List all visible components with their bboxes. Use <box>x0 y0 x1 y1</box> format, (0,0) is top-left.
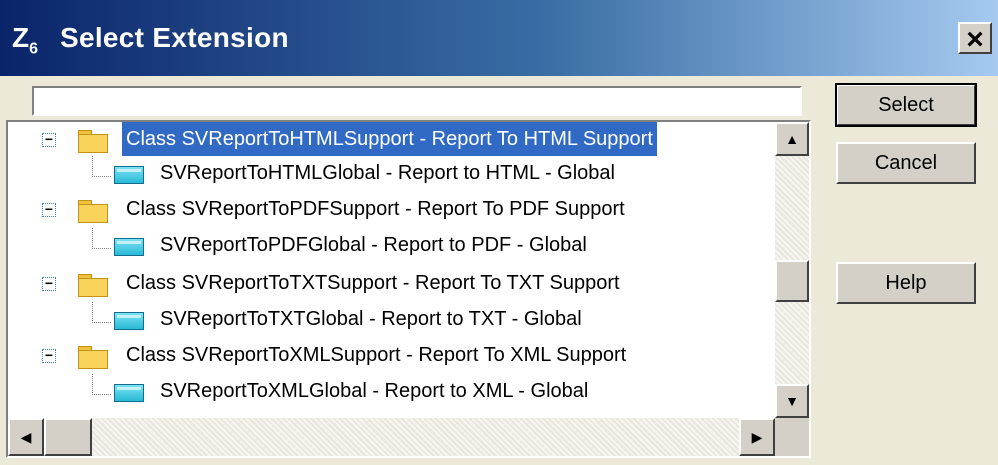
right-arrow-icon: ▶ <box>751 429 763 445</box>
folder-icon <box>78 346 108 369</box>
tree-connector <box>92 374 111 395</box>
tree-item-label: SVReportToTXTGlobal - Report to TXT - Gl… <box>160 308 582 330</box>
tree-connector <box>92 228 111 249</box>
down-arrow-icon: ▼ <box>785 393 799 409</box>
close-icon: × <box>966 23 984 56</box>
close-button[interactable]: × <box>958 22 992 56</box>
collapse-icon[interactable]: − <box>42 132 56 147</box>
folder-icon <box>78 200 108 223</box>
extension-tree[interactable]: − Class SVReportToHTMLSupport - Report T… <box>6 120 811 458</box>
tree-item-class[interactable]: − Class SVReportToHTMLSupport - Report T… <box>8 122 775 156</box>
tree-item-global[interactable]: SVReportToXMLGlobal - Report to XML - Gl… <box>8 374 775 408</box>
tree-item-label: Class SVReportToPDFSupport - Report To P… <box>126 198 625 220</box>
window-title: Select Extension <box>60 22 289 53</box>
tree-item-class[interactable]: − Class SVReportToTXTSupport - Report To… <box>8 266 775 300</box>
scrollbar-corner <box>775 418 809 456</box>
vertical-scroll-thumb[interactable] <box>775 260 809 302</box>
extension-icon <box>114 238 144 256</box>
tree-item-class[interactable]: − Class SVReportToXMLSupport - Report To… <box>8 338 775 372</box>
collapse-icon[interactable]: − <box>42 202 56 217</box>
search-input[interactable] <box>32 86 802 116</box>
scroll-right-button[interactable]: ▶ <box>739 418 775 456</box>
scroll-up-button[interactable]: ▲ <box>775 122 809 156</box>
tree-item-label: SVReportToXMLGlobal - Report to XML - Gl… <box>160 380 589 402</box>
folder-icon <box>78 274 108 297</box>
help-button[interactable]: Help <box>836 262 976 304</box>
select-button[interactable]: Select <box>835 83 977 127</box>
horizontal-scroll-thumb[interactable] <box>44 418 92 456</box>
collapse-icon[interactable]: − <box>42 348 56 363</box>
tree-item-global[interactable]: SVReportToTXTGlobal - Report to TXT - Gl… <box>8 302 775 336</box>
tree-item-label: SVReportToHTMLGlobal - Report to HTML - … <box>160 162 615 184</box>
tree-item-global[interactable]: SVReportToPDFGlobal - Report to PDF - Gl… <box>8 228 775 262</box>
tree-viewport: − Class SVReportToHTMLSupport - Report T… <box>8 122 775 418</box>
vertical-scrollbar[interactable]: ▲ ▼ <box>775 122 809 418</box>
extension-icon <box>114 384 144 402</box>
tree-connector <box>92 302 111 323</box>
tree-item-class[interactable]: − Class SVReportToPDFSupport - Report To… <box>8 192 775 226</box>
app-icon: Z6 <box>12 22 39 58</box>
scroll-left-button[interactable]: ◀ <box>8 418 44 456</box>
up-arrow-icon: ▲ <box>785 131 799 147</box>
folder-icon <box>78 130 108 153</box>
tree-item-global[interactable]: SVReportToHTMLGlobal - Report to HTML - … <box>8 156 775 190</box>
scroll-down-button[interactable]: ▼ <box>775 384 809 418</box>
tree-item-label: SVReportToPDFGlobal - Report to PDF - Gl… <box>160 234 587 256</box>
tree-item-label: Class SVReportToTXTSupport - Report To T… <box>126 272 620 294</box>
tree-item-label: Class SVReportToXMLSupport - Report To X… <box>126 344 627 366</box>
left-arrow-icon: ◀ <box>20 429 32 445</box>
horizontal-scrollbar[interactable]: ◀ ▶ <box>8 418 775 456</box>
extension-icon <box>114 166 144 184</box>
title-bar[interactable]: Z6 Select Extension × <box>0 0 998 76</box>
tree-connector <box>92 156 111 177</box>
collapse-icon[interactable]: − <box>42 276 56 291</box>
extension-icon <box>114 312 144 330</box>
tree-item-label: Class SVReportToHTMLSupport - Report To … <box>122 122 657 156</box>
cancel-button[interactable]: Cancel <box>836 142 976 184</box>
